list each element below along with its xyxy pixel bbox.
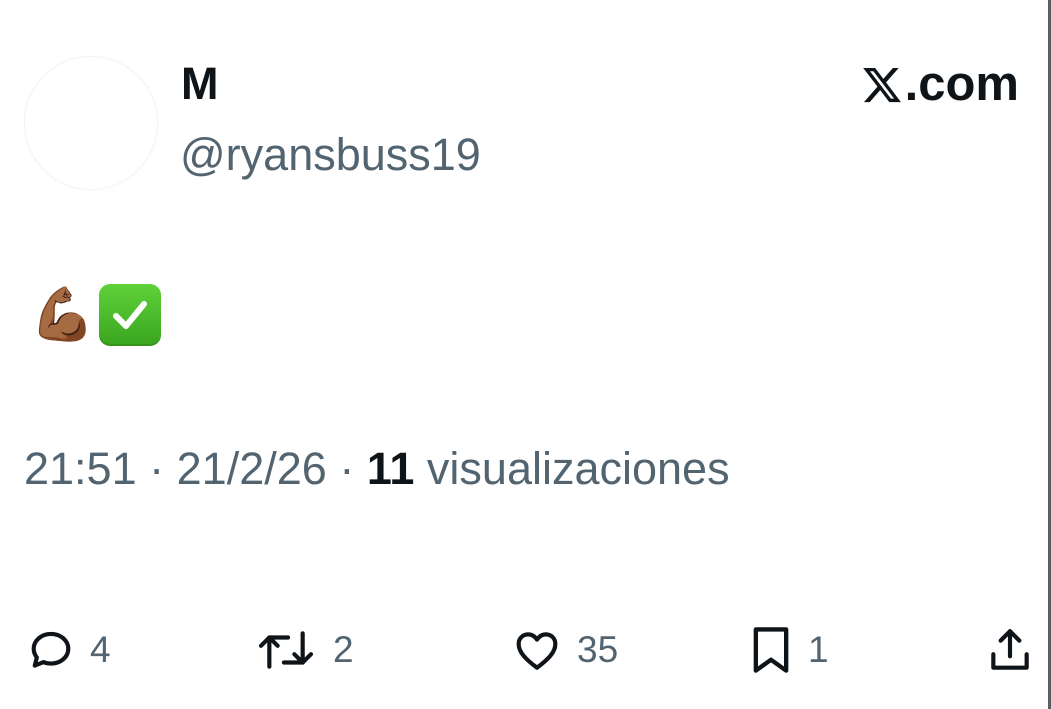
action-bar: 4 2 35 1 [0,620,1051,680]
x-logo-icon [862,67,901,103]
views-label: visualizaciones [426,443,730,494]
bookmark-count: 1 [808,629,829,670]
reply-count: 4 [90,629,111,670]
post-time[interactable]: 21:51 [24,443,137,494]
meta-separator: · [149,443,165,494]
check-mark-emoji [98,284,161,346]
author-display-name[interactable]: M [181,58,219,110]
flexed-biceps-emoji: 💪🏾 [30,286,95,344]
post-date[interactable]: 21/2/26 [177,443,327,494]
post-meta: 21:51 · 21/2/26 · 11 visualizaciones [24,443,730,495]
meta-separator: · [339,443,355,494]
bookmark-icon [753,627,789,673]
author-handle[interactable]: @ryansbuss19 [180,129,481,181]
heart-icon [516,632,558,670]
like-button[interactable]: 35 [511,620,618,680]
views-count: 11 [366,443,415,494]
bookmark-button[interactable]: 1 [748,620,829,680]
reply-button[interactable]: 4 [26,620,111,680]
share-icon [991,629,1029,670]
brand-watermark: .com [860,58,1019,110]
repost-icon [258,631,314,669]
check-icon [112,301,147,329]
repost-count: 2 [333,629,354,670]
avatar[interactable] [25,57,157,189]
share-button[interactable] [985,620,1035,680]
like-count: 35 [577,629,619,670]
repost-button[interactable]: 2 [253,620,354,680]
post-content: 💪🏾 [30,281,161,349]
reply-icon [31,631,71,668]
brand-suffix: .com [904,57,1019,111]
